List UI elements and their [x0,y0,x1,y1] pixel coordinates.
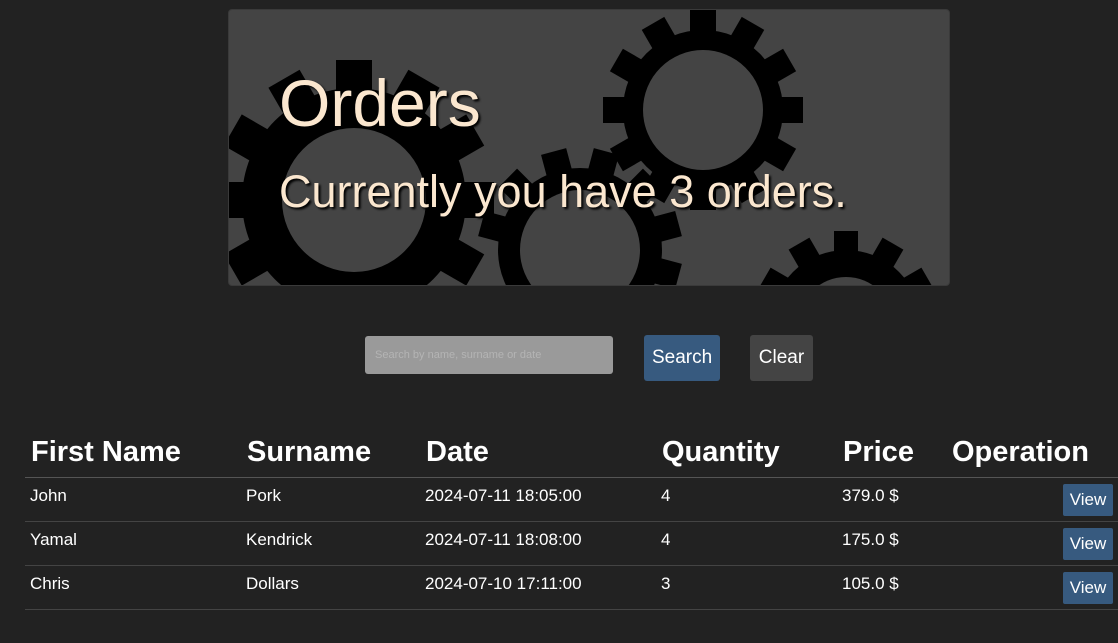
cell-date: 2024-07-11 18:05:00 [420,477,656,522]
cell-first-name: John [25,477,241,522]
cell-operation: View [946,565,1118,610]
cell-date: 2024-07-11 18:08:00 [420,521,656,566]
gears-icon [229,10,934,285]
cell-date: 2024-07-10 17:11:00 [420,565,656,610]
view-order-button[interactable]: View [1063,571,1113,604]
orders-table: First Name Surname Date Quantity Price O… [25,430,1118,610]
table-row: Chris Dollars 2024-07-10 17:11:00 3 105.… [25,565,1118,610]
quantity-text: 4 [661,529,671,549]
hero-banner: Orders Currently you have 3 orders. [228,9,950,286]
search-button[interactable]: Search [644,335,720,381]
surname-text: Kendrick [246,529,313,549]
cell-first-name: Chris [25,565,241,610]
column-header-operation: Operation [946,430,1118,478]
page-title: Orders [279,66,481,140]
price-text: 105.0 $ [842,573,899,593]
first-name-text: John [30,485,67,505]
date-text: 2024-07-10 17:11:00 [425,573,582,593]
column-header-quantity: Quantity [656,430,837,478]
cell-first-name: Yamal [25,521,241,566]
column-header-first-name: First Name [25,430,241,478]
order-count-subtitle: Currently you have 3 orders. [279,166,847,217]
cell-surname: Kendrick [241,521,420,566]
surname-text: Dollars [246,573,299,593]
cell-price: 105.0 $ [837,565,946,610]
view-order-button[interactable]: View [1063,527,1113,560]
cell-quantity: 4 [656,521,837,566]
surname-text: Pork [246,485,281,505]
cell-surname: Pork [241,477,420,522]
first-name-text: Yamal [30,529,77,549]
quantity-text: 3 [661,573,671,593]
date-text: 2024-07-11 18:08:00 [425,529,582,549]
cell-price: 175.0 $ [837,521,946,566]
view-order-button[interactable]: View [1063,483,1113,516]
cell-operation: View [946,477,1118,522]
search-input[interactable] [365,336,613,374]
first-name-text: Chris [30,573,70,593]
cell-operation: View [946,521,1118,566]
price-text: 379.0 $ [842,485,899,505]
column-header-date: Date [420,430,656,478]
column-header-surname: Surname [241,430,420,478]
quantity-text: 4 [661,485,671,505]
table-row: John Pork 2024-07-11 18:05:00 4 379.0 $ … [25,477,1118,522]
cell-surname: Dollars [241,565,420,610]
table-header-row: First Name Surname Date Quantity Price O… [25,430,1118,478]
column-header-price: Price [837,430,946,478]
cell-price: 379.0 $ [837,477,946,522]
cell-quantity: 4 [656,477,837,522]
price-text: 175.0 $ [842,529,899,549]
table-row: Yamal Kendrick 2024-07-11 18:08:00 4 175… [25,521,1118,566]
cell-quantity: 3 [656,565,837,610]
clear-button[interactable]: Clear [750,335,813,381]
date-text: 2024-07-11 18:05:00 [425,485,582,505]
